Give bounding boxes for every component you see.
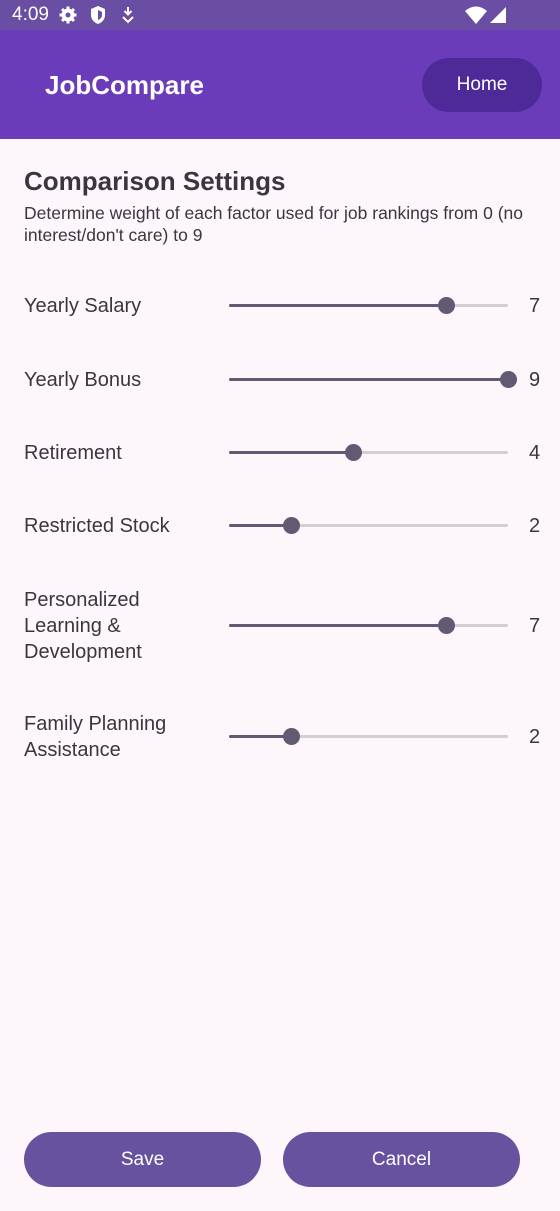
slider-fill bbox=[229, 451, 353, 454]
status-time: 4:09 bbox=[12, 4, 49, 25]
factor-label: Retirement bbox=[24, 442, 122, 464]
slider-thumb[interactable] bbox=[438, 297, 455, 314]
page-title: Comparison Settings bbox=[24, 166, 286, 196]
signal-icon bbox=[490, 7, 506, 23]
weight-slider[interactable] bbox=[229, 444, 508, 461]
weight-slider[interactable] bbox=[229, 617, 508, 634]
slider-fill bbox=[229, 735, 291, 738]
factor-label: Restricted Stock bbox=[24, 515, 170, 537]
slider-fill bbox=[229, 378, 508, 381]
status-bar: 4:09 bbox=[0, 0, 560, 30]
factor-label: Family Planning Assistance bbox=[24, 713, 167, 761]
factor-value: 7 bbox=[529, 615, 541, 637]
app-bar: JobCompare Home bbox=[0, 30, 560, 139]
wifi-icon bbox=[465, 6, 487, 24]
slider-thumb[interactable] bbox=[283, 728, 300, 745]
factor-value: 7 bbox=[529, 295, 541, 317]
weight-slider[interactable] bbox=[229, 297, 508, 314]
factor-value: 9 bbox=[529, 369, 541, 391]
slider-fill bbox=[229, 304, 446, 307]
factor-label: Yearly Salary bbox=[24, 295, 142, 317]
factor-value: 2 bbox=[529, 726, 541, 748]
gear-icon bbox=[59, 6, 77, 24]
slider-thumb[interactable] bbox=[438, 617, 455, 634]
slider-thumb[interactable] bbox=[283, 517, 300, 534]
factor-label: Personalized Learning & Development bbox=[24, 589, 142, 663]
weight-slider[interactable] bbox=[229, 517, 508, 534]
slider-thumb[interactable] bbox=[500, 371, 517, 388]
factor-value: 4 bbox=[529, 442, 541, 464]
slider-fill bbox=[229, 524, 291, 527]
app-title: JobCompare bbox=[45, 70, 204, 100]
save-button[interactable]: Save bbox=[24, 1132, 261, 1187]
download-icon bbox=[122, 7, 134, 24]
weight-slider[interactable] bbox=[229, 728, 508, 745]
slider-fill bbox=[229, 624, 446, 627]
cancel-button[interactable]: Cancel bbox=[283, 1132, 520, 1187]
factor-value: 2 bbox=[529, 515, 541, 537]
shield-icon bbox=[91, 6, 105, 24]
slider-thumb[interactable] bbox=[345, 444, 362, 461]
factor-label: Yearly Bonus bbox=[24, 369, 142, 391]
page-description: Determine weight of each factor used for… bbox=[24, 203, 523, 245]
home-button[interactable]: Home bbox=[422, 58, 542, 112]
weight-slider[interactable] bbox=[229, 371, 517, 388]
